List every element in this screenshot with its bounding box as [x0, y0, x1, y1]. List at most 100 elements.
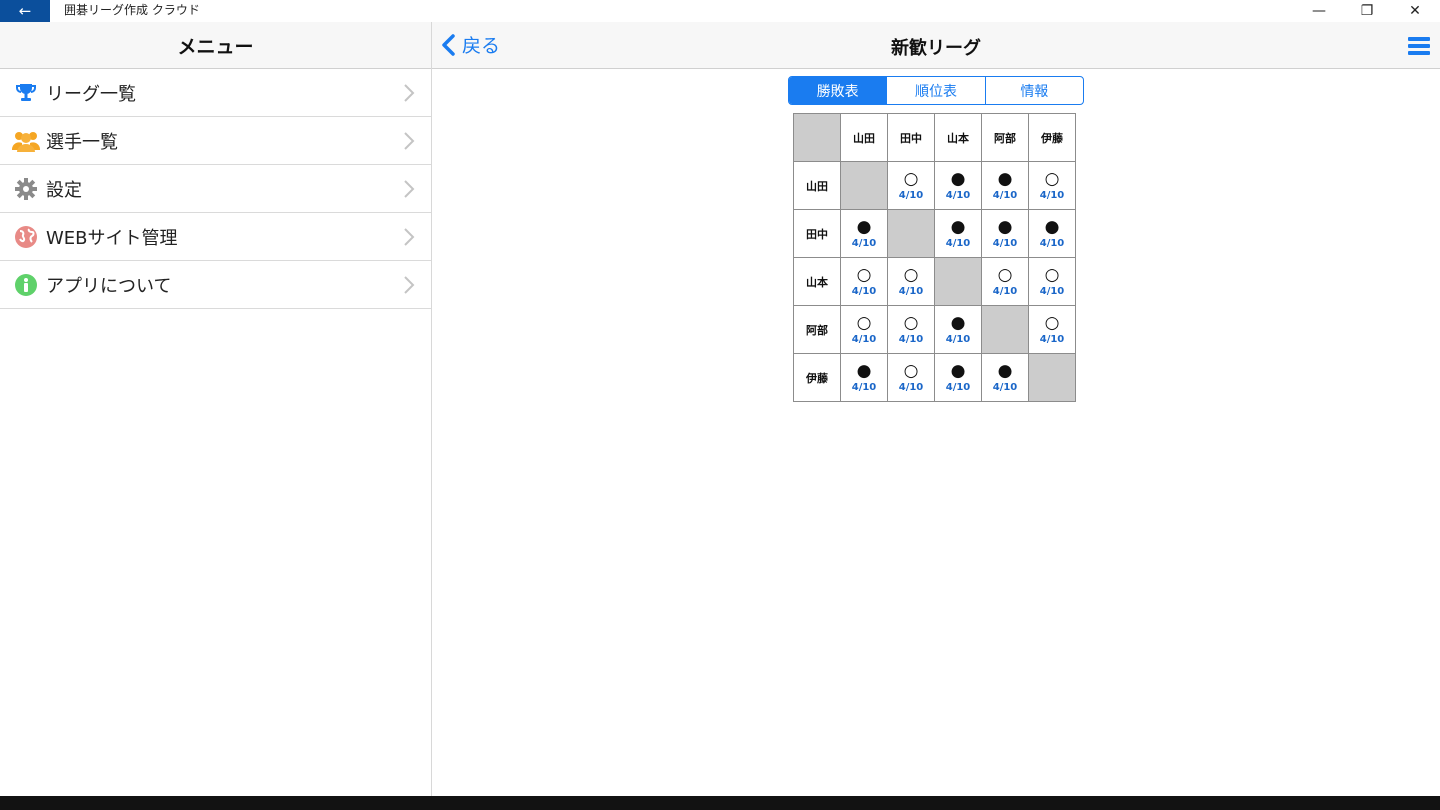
row-header: 阿部	[793, 305, 841, 354]
result-cell[interactable]: ○ 4/10	[887, 305, 935, 354]
result-cell[interactable]: ○ 4/10	[840, 305, 888, 354]
sidebar-item-settings[interactable]: 設定	[0, 165, 431, 213]
result-cell[interactable]: ○ 4/10	[1028, 257, 1076, 306]
result-cell[interactable]: ○ 4/10	[1028, 305, 1076, 354]
result-cell[interactable]: ○ 4/10	[887, 257, 935, 306]
result-mark: ●	[856, 360, 872, 381]
result-mark: ○	[1044, 312, 1060, 333]
result-mark: ○	[1044, 168, 1060, 189]
match-date: 4/10	[945, 381, 971, 393]
result-mark: ○	[903, 360, 919, 381]
gear-icon	[12, 175, 40, 203]
match-date: 4/10	[1039, 285, 1065, 297]
match-date: 4/10	[1039, 333, 1065, 345]
match-date: 4/10	[851, 381, 877, 393]
users-icon	[12, 127, 40, 155]
result-cell[interactable]: ● 4/10	[934, 353, 982, 402]
match-date: 4/10	[1039, 237, 1065, 249]
result-cell[interactable]: ● 4/10	[934, 305, 982, 354]
column-header: 伊藤	[1028, 113, 1076, 162]
table-row: 伊藤 ● 4/10 ○ 4/10 ● 4/10 ● 4/10	[793, 353, 1076, 402]
match-date: 4/10	[851, 237, 877, 249]
column-header: 山田	[840, 113, 888, 162]
row-header: 山田	[793, 161, 841, 210]
self-match-cell	[840, 161, 888, 210]
result-cell[interactable]: ○ 4/10	[1028, 161, 1076, 210]
result-mark: ○	[903, 264, 919, 285]
result-cell[interactable]: ○ 4/10	[840, 257, 888, 306]
sidebar-item-label: WEBサイト管理	[46, 227, 178, 249]
match-date: 4/10	[851, 333, 877, 345]
result-cell[interactable]: ● 4/10	[981, 161, 1029, 210]
result-cell[interactable]: ○ 4/10	[887, 353, 935, 402]
result-mark: ○	[856, 264, 872, 285]
sidebar-item-website-admin[interactable]: WEBサイト管理	[0, 213, 431, 261]
table-row: 阿部 ○ 4/10 ○ 4/10 ● 4/10 ○ 4/10	[793, 305, 1076, 354]
match-date: 4/10	[898, 333, 924, 345]
results-table: 山田 田中 山本 阿部 伊藤 山田 ○ 4/10 ● 4/10 ● 4/10 ○ 4/10 田中 ● 4/10 ●…	[793, 113, 1076, 402]
chevron-right-icon	[404, 228, 415, 246]
main-panel: 戻る 新歓リーグ 勝敗表 順位表 情報 山田 田中 山本 阿部 伊藤 山田 ○ 4/10 ● 4/…	[432, 22, 1440, 796]
sidebar-item-label: 設定	[46, 179, 82, 201]
match-date: 4/10	[898, 189, 924, 201]
match-date: 4/10	[945, 189, 971, 201]
tab-info[interactable]: 情報	[986, 77, 1083, 104]
result-mark: ●	[950, 360, 966, 381]
self-match-cell	[1028, 353, 1076, 402]
result-cell[interactable]: ● 4/10	[981, 209, 1029, 258]
result-mark: ○	[856, 312, 872, 333]
chevron-right-icon	[404, 132, 415, 150]
match-date: 4/10	[992, 381, 1018, 393]
close-button[interactable]: ✕	[1392, 0, 1438, 22]
match-date: 4/10	[945, 237, 971, 249]
sidebar-title: メニュー	[0, 22, 431, 69]
result-cell[interactable]: ● 4/10	[1028, 209, 1076, 258]
table-row: 山田 ○ 4/10 ● 4/10 ● 4/10 ○ 4/10	[793, 161, 1076, 210]
result-cell[interactable]: ● 4/10	[981, 353, 1029, 402]
minimize-button[interactable]: —	[1296, 0, 1342, 22]
result-mark: ●	[997, 360, 1013, 381]
result-mark: ●	[856, 216, 872, 237]
sidebar-item-label: アプリについて	[46, 275, 172, 297]
match-date: 4/10	[992, 285, 1018, 297]
table-row: 山本 ○ 4/10 ○ 4/10 ○ 4/10 ○ 4/10	[793, 257, 1076, 306]
match-date: 4/10	[992, 189, 1018, 201]
result-cell[interactable]: ○ 4/10	[981, 257, 1029, 306]
menu-icon[interactable]	[1408, 37, 1430, 55]
result-cell[interactable]: ● 4/10	[840, 353, 888, 402]
sidebar-item-about-app[interactable]: アプリについて	[0, 261, 431, 309]
window-back-button[interactable]: ←	[0, 0, 50, 22]
sidebar: メニュー リーグ一覧 選手一覧 設定 WEBサイト管理 アプリについて	[0, 22, 432, 796]
result-cell[interactable]: ● 4/10	[934, 209, 982, 258]
restore-button[interactable]: ❐	[1344, 0, 1390, 22]
column-header: 阿部	[981, 113, 1029, 162]
result-cell[interactable]: ● 4/10	[934, 161, 982, 210]
corner-cell	[793, 113, 841, 162]
result-cell[interactable]: ○ 4/10	[887, 161, 935, 210]
result-mark: ●	[997, 168, 1013, 189]
title-bar: ← 囲碁リーグ作成 クラウド — ❐ ✕	[0, 0, 1440, 22]
sidebar-item-player-list[interactable]: 選手一覧	[0, 117, 431, 165]
result-mark: ●	[1044, 216, 1060, 237]
result-mark: ●	[997, 216, 1013, 237]
result-mark: ●	[950, 312, 966, 333]
sidebar-item-league-list[interactable]: リーグ一覧	[0, 69, 431, 117]
arrow-left-icon: ←	[18, 2, 32, 20]
segmented-tabs: 勝敗表 順位表 情報	[788, 76, 1084, 105]
info-icon	[12, 271, 40, 299]
result-mark: ○	[903, 168, 919, 189]
result-cell[interactable]: ● 4/10	[840, 209, 888, 258]
column-header: 田中	[887, 113, 935, 162]
globe-icon	[12, 223, 40, 251]
tab-results[interactable]: 勝敗表	[789, 77, 888, 104]
nav-bar: 戻る 新歓リーグ	[432, 22, 1440, 69]
self-match-cell	[981, 305, 1029, 354]
match-date: 4/10	[851, 285, 877, 297]
tab-standings[interactable]: 順位表	[887, 77, 986, 104]
result-mark: ●	[950, 168, 966, 189]
match-date: 4/10	[898, 381, 924, 393]
row-header: 伊藤	[793, 353, 841, 402]
match-date: 4/10	[898, 285, 924, 297]
self-match-cell	[934, 257, 982, 306]
column-header: 山本	[934, 113, 982, 162]
